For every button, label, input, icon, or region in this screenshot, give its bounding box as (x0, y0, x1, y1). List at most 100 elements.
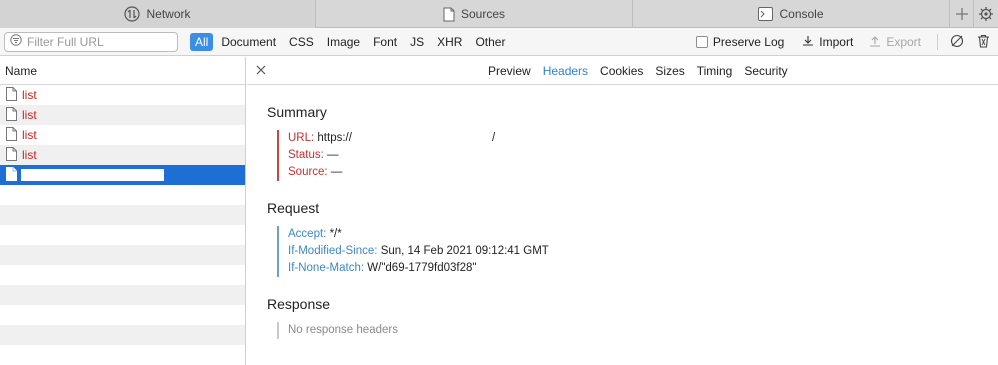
list-item[interactable]: list (0, 145, 245, 165)
type-document-button[interactable]: Document (216, 33, 281, 51)
tab-console[interactable]: Console (633, 0, 950, 28)
filter-bar: All Document CSS Image Font JS XHR Other… (0, 28, 998, 56)
gear-icon (979, 7, 993, 21)
export-button[interactable]: Export (869, 35, 921, 50)
url-line: URL: https:// / (288, 130, 495, 147)
preserve-log-checkbox[interactable]: Preserve Log (695, 35, 785, 49)
header-value: W/"d69-1779fd03f28" (367, 262, 477, 274)
tab-security[interactable]: Security (744, 64, 787, 78)
header-value: Sun, 14 Feb 2021 09:12:41 GMT (380, 245, 549, 257)
url-value-prefix[interactable]: https:// (317, 132, 352, 144)
type-image-button[interactable]: Image (322, 33, 365, 51)
details-tabs: Preview Headers Cookies Sizes Timing Sec… (488, 64, 788, 78)
tab-label: Sources (460, 7, 506, 21)
empty-row (0, 225, 245, 245)
empty-row (0, 245, 245, 265)
download-icon (802, 35, 814, 50)
type-xhr-button[interactable]: XHR (432, 33, 467, 51)
request-headers-section: Accept: */* If-Modified-Since: Sun, 14 F… (277, 226, 549, 277)
list-item[interactable]: list (0, 85, 245, 105)
status-key: Status: (288, 149, 324, 161)
filter-icon (5, 34, 22, 49)
response-headers-section: No response headers (277, 322, 398, 339)
plus-icon (955, 8, 968, 20)
type-js-button[interactable]: JS (405, 33, 429, 51)
checkbox-box[interactable] (695, 36, 708, 48)
disable-caches-button[interactable] (946, 34, 968, 51)
url-value-suffix: / (491, 132, 496, 144)
list-item-selected[interactable] (0, 165, 245, 185)
type-css-button[interactable]: CSS (284, 33, 319, 51)
import-label: Import (819, 35, 854, 49)
tab-sources[interactable]: Sources (316, 0, 633, 28)
export-label: Export (886, 35, 921, 49)
tab-label: Network (146, 7, 191, 21)
document-icon (443, 7, 455, 22)
toolbar-divider (937, 34, 938, 50)
tab-bar: Network Sources Console (0, 0, 998, 28)
empty-row (0, 185, 245, 205)
settings-button[interactable] (974, 0, 998, 28)
status-value: — (327, 149, 339, 161)
source-key: Source: (288, 166, 328, 178)
header-key: Accept: (288, 228, 327, 240)
tab-label: Console (779, 7, 824, 21)
request-details-pane: Preview Headers Cookies Sizes Timing Sec… (247, 57, 998, 365)
preserve-log-label: Preserve Log (712, 35, 785, 49)
trash-icon (977, 34, 990, 51)
type-font-button[interactable]: Font (368, 33, 402, 51)
response-heading: Response (267, 296, 331, 312)
type-all-button[interactable]: All (190, 32, 214, 51)
empty-row (0, 265, 245, 285)
tab-headers[interactable]: Headers (543, 64, 588, 78)
name-column-header[interactable]: Name (0, 57, 245, 85)
tab-timing[interactable]: Timing (697, 64, 733, 78)
summary-section: URL: https:// / Status: — Source: — (277, 130, 495, 181)
status-line: Status: — (288, 147, 495, 164)
redacted-request-name (21, 169, 164, 181)
file-icon (6, 106, 17, 124)
type-other-button[interactable]: Other (470, 33, 510, 51)
request-header-line: If-Modified-Since: Sun, 14 Feb 2021 09:1… (288, 243, 549, 260)
list-item[interactable]: list (0, 125, 245, 145)
empty-row (0, 345, 245, 365)
network-icon (124, 6, 141, 22)
add-tab-button[interactable] (950, 0, 974, 28)
request-name: list (22, 108, 37, 122)
summary-heading: Summary (267, 104, 327, 120)
file-icon (6, 166, 17, 184)
url-key: URL: (288, 132, 315, 144)
no-cache-icon (950, 34, 964, 51)
tab-network[interactable]: Network (0, 0, 316, 28)
request-name: list (22, 88, 37, 102)
tab-sizes[interactable]: Sizes (655, 64, 684, 78)
request-heading: Request (267, 200, 320, 216)
header-value: */* (329, 228, 342, 240)
import-button[interactable]: Import (802, 35, 853, 50)
type-filters: All Document CSS Image Font JS XHR Other (190, 32, 513, 51)
network-tools: Preserve Log Import Export (695, 28, 998, 56)
request-list: list list list list (0, 85, 245, 365)
tab-preview[interactable]: Preview (488, 64, 531, 78)
file-icon (6, 146, 17, 164)
empty-row (0, 205, 245, 225)
file-icon (6, 86, 17, 104)
tab-cookies[interactable]: Cookies (600, 64, 643, 78)
empty-row (0, 305, 245, 325)
filter-field[interactable] (4, 31, 178, 52)
close-icon[interactable] (255, 64, 267, 76)
list-item[interactable]: list (0, 105, 245, 125)
redacted-url (351, 132, 492, 143)
clear-log-button[interactable] (972, 34, 994, 51)
source-line: Source: — (288, 164, 495, 181)
request-name: list (22, 128, 37, 142)
empty-row (0, 285, 245, 305)
filter-input[interactable] (27, 34, 167, 49)
console-icon (758, 7, 774, 21)
request-name: list (22, 148, 37, 162)
header-key: If-Modified-Since: (288, 245, 378, 257)
request-header-line: Accept: */* (288, 226, 549, 243)
header-key: If-None-Match: (288, 262, 365, 274)
details-tab-bar: Preview Headers Cookies Sizes Timing Sec… (247, 57, 998, 85)
request-header-line: If-None-Match: W/"d69-1779fd03f28" (288, 260, 549, 277)
